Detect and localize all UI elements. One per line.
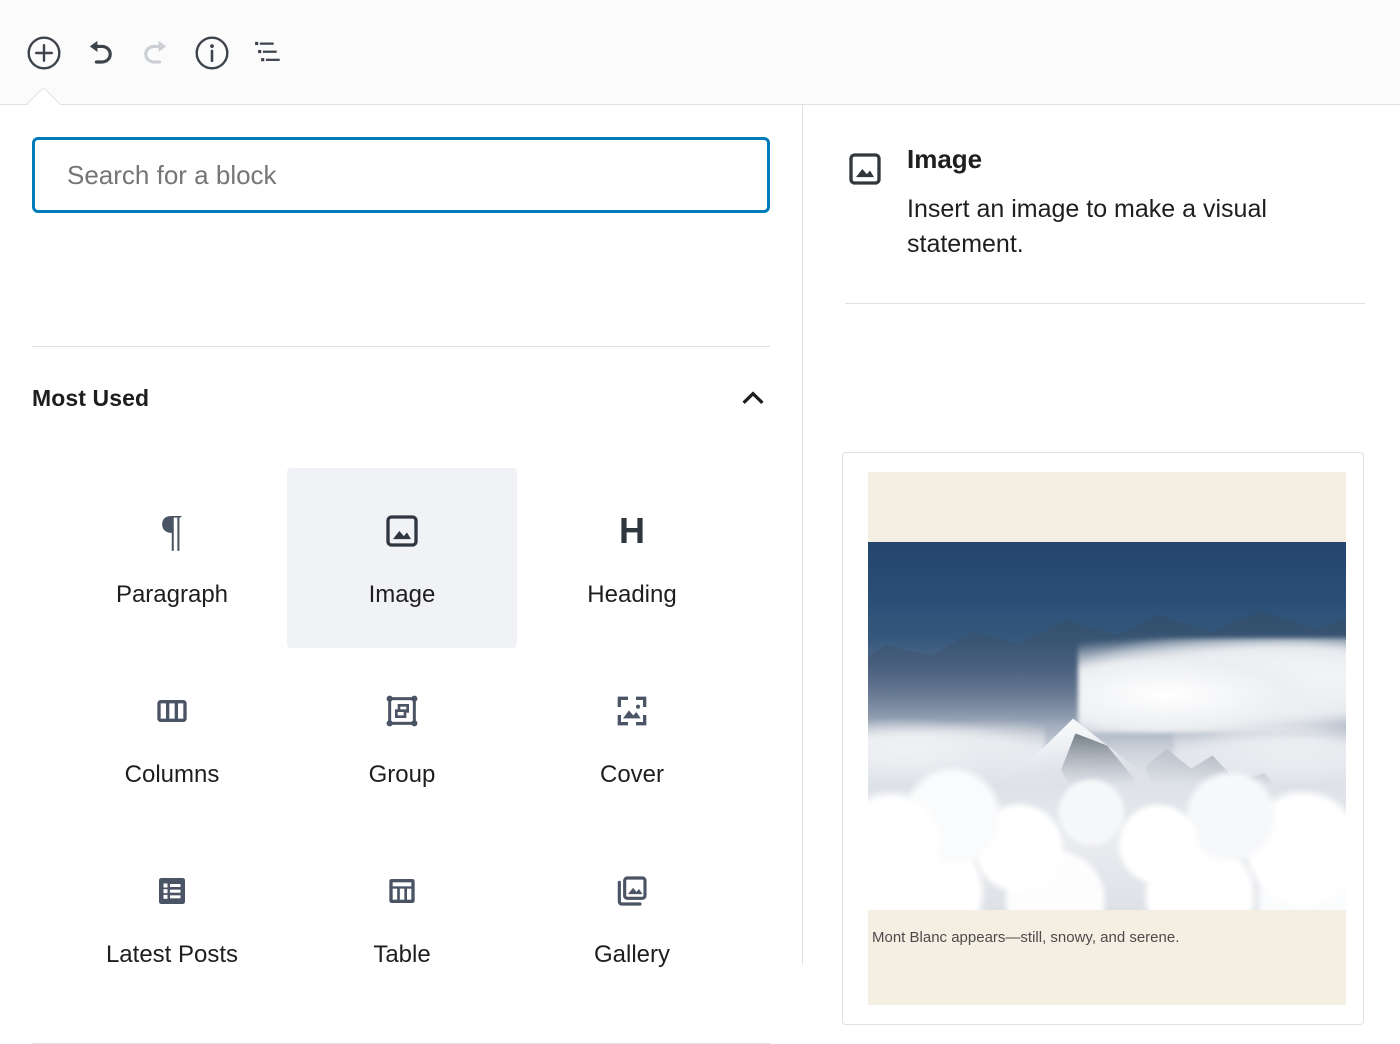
- editor-toolbar: [0, 0, 1400, 105]
- list-view-icon: [250, 35, 286, 71]
- redo-button[interactable]: [128, 25, 184, 81]
- columns-icon: [152, 689, 192, 733]
- block-tile-label: Columns: [125, 763, 220, 787]
- example-image-caption: Mont Blanc appears—still, snowy, and ser…: [872, 928, 1342, 948]
- inserter-preview-panel: Image Insert an image to make a visual s…: [803, 105, 1400, 965]
- preview-text-block: Image Insert an image to make a visual s…: [907, 145, 1327, 263]
- block-tile-label: Image: [369, 583, 436, 607]
- paragraph-icon: ¶: [162, 509, 182, 553]
- group-icon: [382, 689, 422, 733]
- preview-description: Insert an image to make a visual stateme…: [907, 192, 1327, 263]
- popover-arrow: [26, 88, 60, 106]
- preview-example-canvas: Mont Blanc appears—still, snowy, and ser…: [868, 472, 1346, 1005]
- block-tile-cover[interactable]: Cover: [517, 648, 747, 828]
- gallery-icon: [612, 869, 652, 913]
- preview-title: Image: [907, 145, 1327, 174]
- block-tile-label: Group: [369, 763, 436, 787]
- block-tile-label: Table: [373, 943, 430, 967]
- table-icon: [382, 869, 422, 913]
- block-tile-label: Cover: [600, 763, 664, 787]
- example-image: [868, 542, 1346, 910]
- preview-example-card: Mont Blanc appears—still, snowy, and ser…: [842, 452, 1364, 1025]
- block-tile-label: Paragraph: [116, 583, 228, 607]
- undo-button[interactable]: [72, 25, 128, 81]
- latest-posts-icon: [152, 869, 192, 913]
- chevron-up-icon: [736, 381, 770, 415]
- block-tile-gallery[interactable]: Gallery: [517, 828, 747, 1008]
- search-field-wrapper: [32, 137, 770, 213]
- inserter-left-panel: Most Used ¶ Paragraph: [0, 105, 803, 965]
- add-block-button[interactable]: [16, 25, 72, 81]
- section-title: Most Used: [32, 385, 149, 412]
- search-divider: [32, 346, 770, 347]
- preview-header: Image Insert an image to make a visual s…: [845, 145, 1365, 263]
- block-tile-paragraph[interactable]: ¶ Paragraph: [57, 468, 287, 648]
- block-tile-heading[interactable]: H Heading: [517, 468, 747, 648]
- heading-icon: H: [619, 509, 645, 553]
- preview-divider: [845, 303, 1365, 304]
- block-tile-columns[interactable]: Columns: [57, 648, 287, 828]
- block-inserter-popover: Most Used ¶ Paragraph: [0, 105, 1400, 965]
- details-button[interactable]: [184, 25, 240, 81]
- list-view-button[interactable]: [240, 25, 296, 81]
- block-tile-table[interactable]: Table: [287, 828, 517, 1008]
- block-tile-label: Gallery: [594, 943, 670, 967]
- block-tile-latest-posts[interactable]: Latest Posts: [57, 828, 287, 1008]
- block-tile-image[interactable]: Image: [287, 468, 517, 648]
- block-type-grid: ¶ Paragraph Image H Heading: [57, 468, 747, 1008]
- block-tile-group[interactable]: Group: [287, 648, 517, 828]
- search-input[interactable]: [32, 137, 770, 213]
- info-icon: [194, 35, 230, 71]
- plus-circle-icon: [26, 35, 62, 71]
- undo-icon: [82, 35, 118, 71]
- redo-icon: [138, 35, 174, 71]
- image-icon: [845, 149, 885, 189]
- block-tile-label: Heading: [587, 583, 676, 607]
- cover-icon: [612, 689, 652, 733]
- section-header-most-used[interactable]: Most Used: [32, 381, 770, 415]
- image-icon: [382, 509, 422, 553]
- block-tile-label: Latest Posts: [106, 943, 238, 967]
